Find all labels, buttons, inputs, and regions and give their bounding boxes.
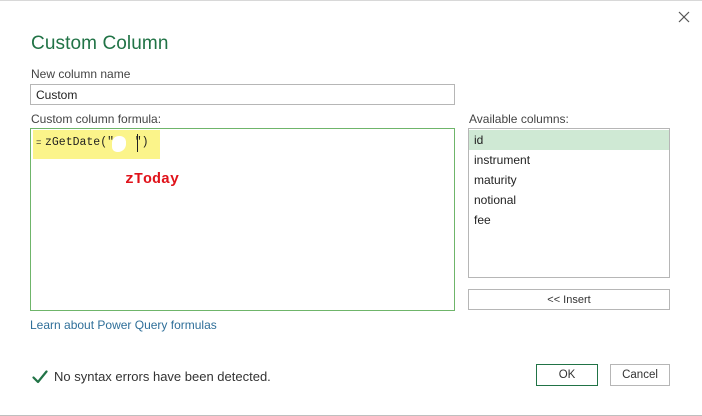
formula-equals-sign: = <box>36 138 42 148</box>
column-item-instrument[interactable]: instrument <box>469 150 669 170</box>
close-icon <box>678 11 690 23</box>
available-columns-list[interactable]: id instrument maturity notional fee <box>468 128 670 278</box>
formula-label: Custom column formula: <box>31 112 162 126</box>
formula-text: zGetDate(" ") <box>45 136 149 149</box>
learn-power-query-link[interactable]: Learn about Power Query formulas <box>30 318 217 332</box>
close-button[interactable] <box>674 7 694 27</box>
text-caret <box>137 134 138 152</box>
dialog-title: Custom Column <box>31 33 169 54</box>
column-item-notional[interactable]: notional <box>469 190 669 210</box>
column-item-maturity[interactable]: maturity <box>469 170 669 190</box>
new-column-name-input[interactable] <box>30 84 455 105</box>
column-item-id[interactable]: id <box>469 130 669 150</box>
formula-annotation: zToday <box>125 171 180 188</box>
column-item-fee[interactable]: fee <box>469 210 669 230</box>
insert-button[interactable]: << Insert <box>468 289 670 310</box>
available-columns-label: Available columns: <box>469 112 569 126</box>
ok-button[interactable]: OK <box>536 364 598 386</box>
syntax-status: No syntax errors have been detected. <box>32 369 271 384</box>
cancel-button[interactable]: Cancel <box>610 364 670 386</box>
new-column-name-label: New column name <box>31 67 131 81</box>
checkmark-icon <box>32 369 48 383</box>
custom-column-dialog: Custom Column New column name Custom col… <box>0 0 702 416</box>
formula-editor[interactable]: = zGetDate(" ") zToday <box>30 128 455 311</box>
syntax-status-text: No syntax errors have been detected. <box>54 369 271 384</box>
